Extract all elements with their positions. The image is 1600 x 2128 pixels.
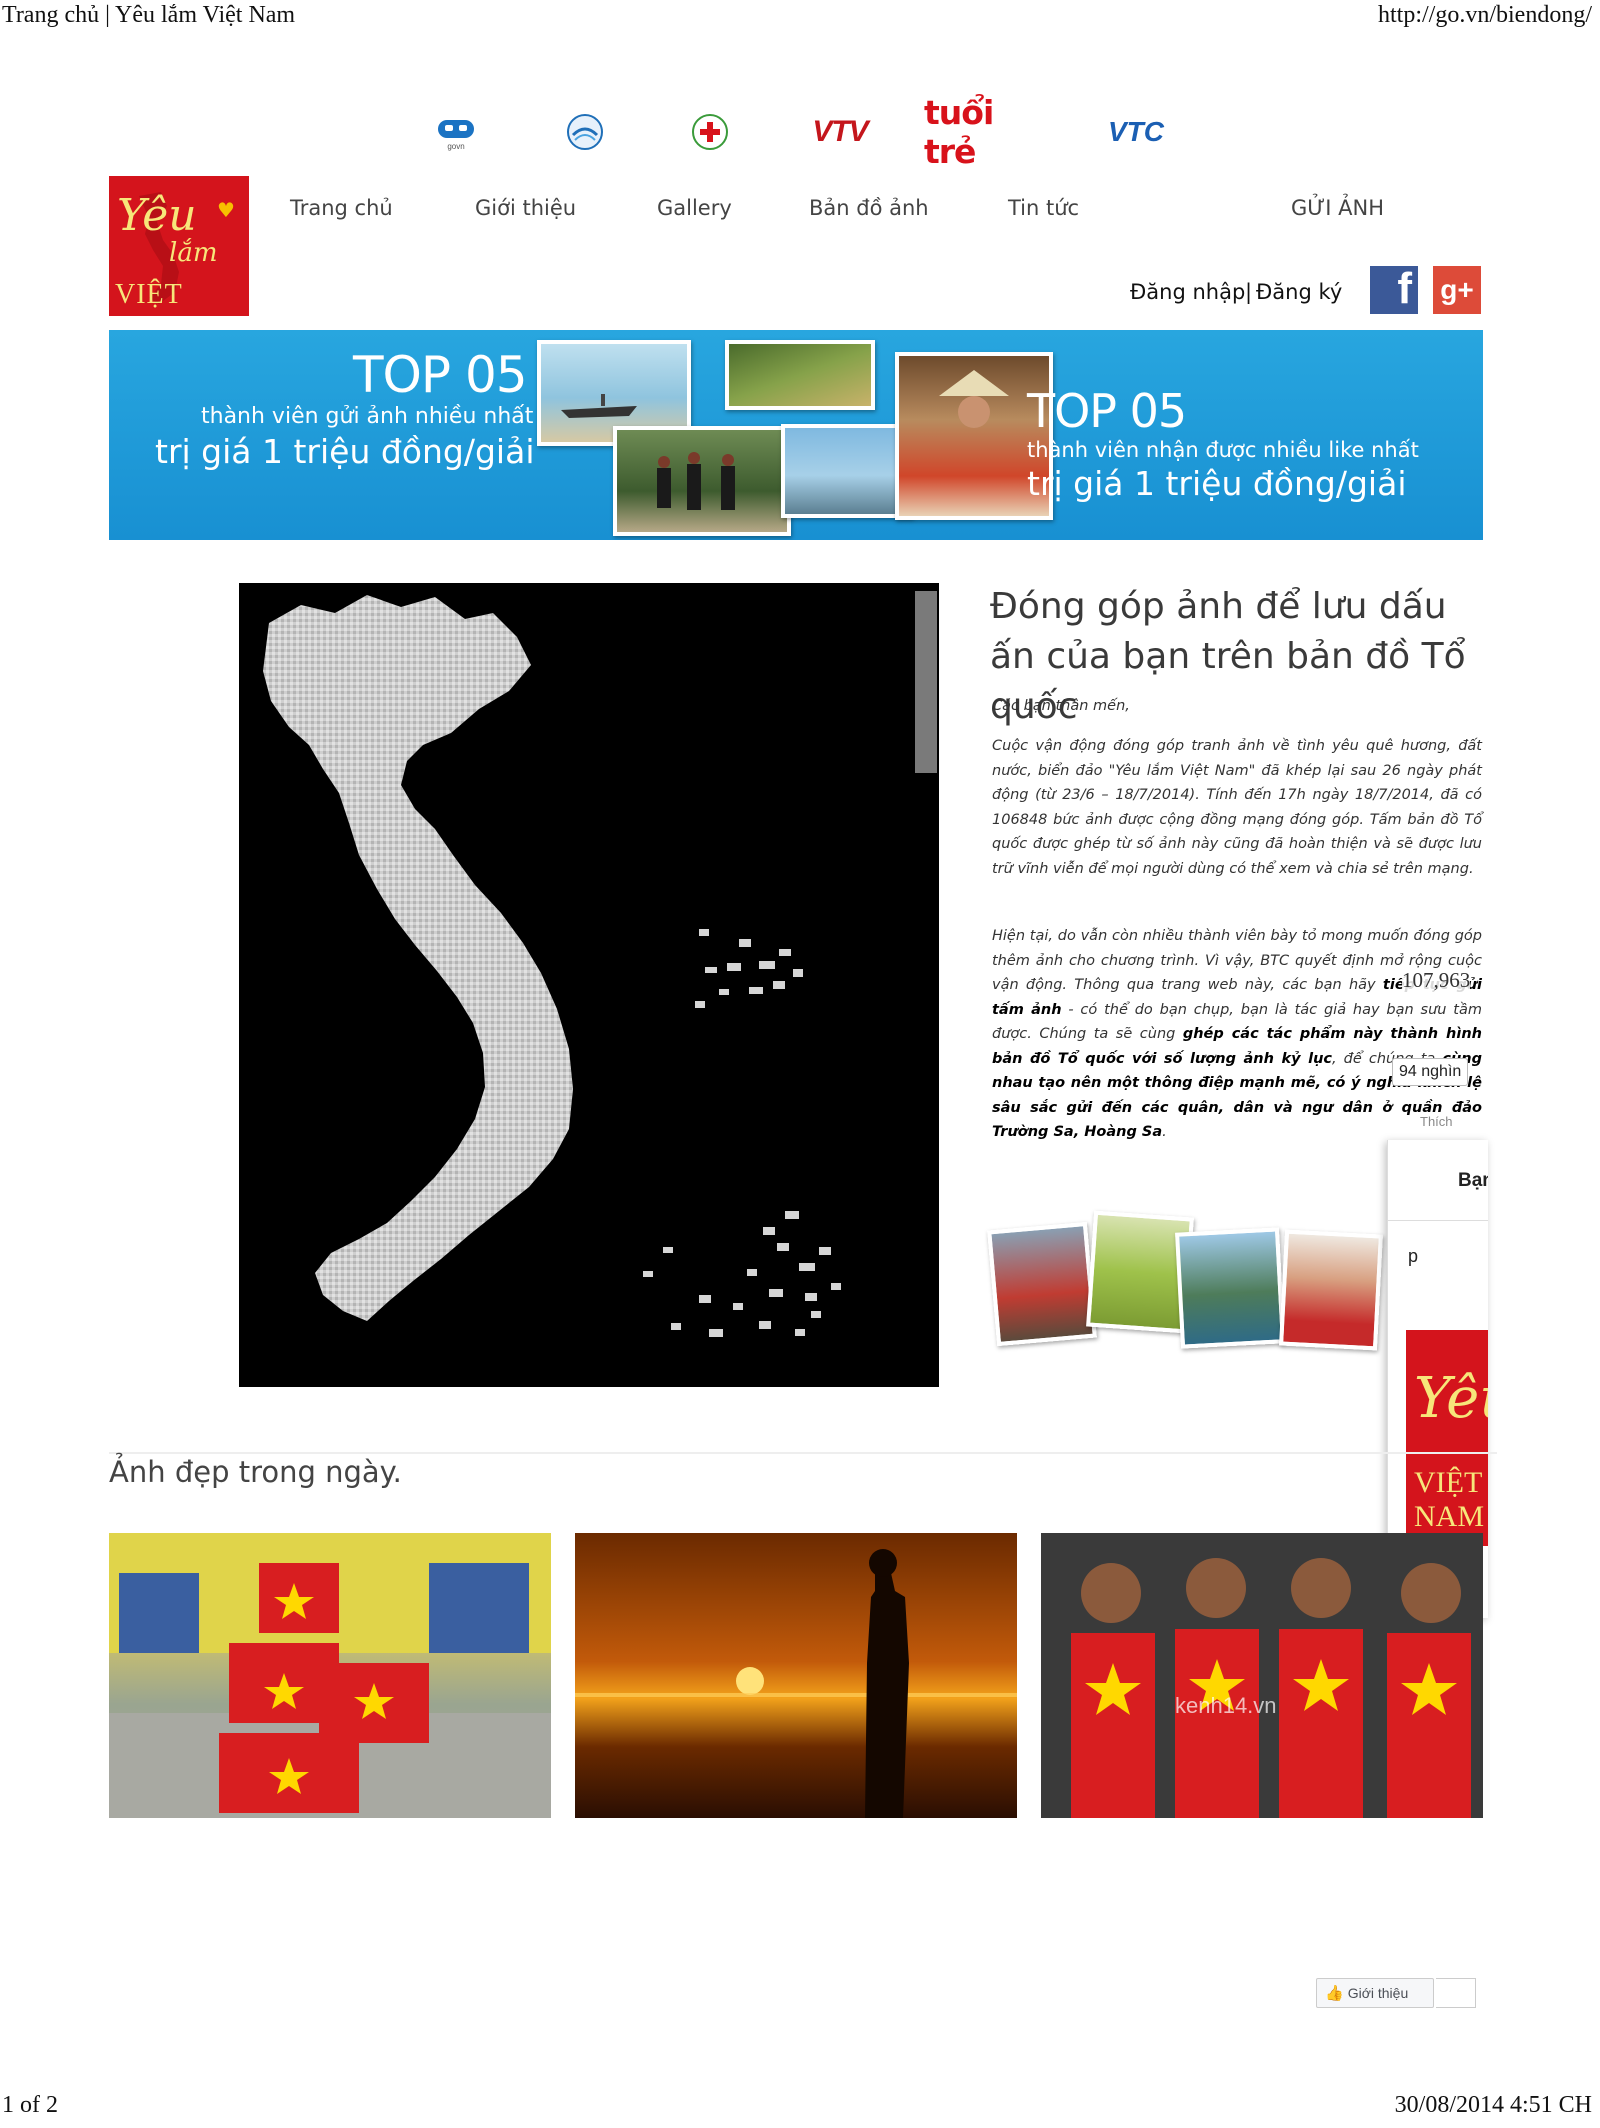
nav-home[interactable]: Trang chủ: [290, 196, 393, 220]
nav-about[interactable]: Giới thiệu: [475, 196, 576, 220]
govn-label: govn: [447, 141, 465, 151]
partner-ministry-logo[interactable]: [563, 112, 607, 152]
article-photo-3: [1175, 1227, 1285, 1349]
banner-right-top05: TOP 05: [1027, 384, 1187, 438]
article-greeting: Các bạn thân mến,: [992, 698, 1130, 714]
nav-gallery[interactable]: Gallery: [657, 196, 732, 220]
share-count: 107,963: [1402, 968, 1471, 993]
logo-word-vietnam: VIỆT NAM: [115, 279, 183, 316]
fb-thumb-word-vietnam: VIỆT NAM: [1414, 1466, 1485, 1533]
banner-right-prize: trị giá 1 triệu đồng/giải: [1027, 464, 1407, 503]
fb-popup-field[interactable]: p: [1408, 1246, 1418, 1267]
register-link[interactable]: Đăng ký: [1256, 280, 1342, 304]
logo-word-yeu: Yêu: [117, 190, 197, 241]
like-label[interactable]: Thích: [1420, 1114, 1453, 1129]
banner-left-top05: TOP 05: [353, 346, 528, 404]
soldier-sunset-photo-icon: [575, 1549, 1017, 1818]
daily-photo-1[interactable]: [109, 1533, 551, 1818]
login-link[interactable]: Đăng nhập: [1130, 280, 1245, 304]
photo-watermark: kenh14.vn: [1175, 1693, 1277, 1718]
article-photo-1: [987, 1221, 1097, 1347]
section-divider: [109, 1452, 1497, 1454]
thumbs-up-icon: 👍: [1325, 1984, 1344, 2002]
fb-popup-title: Bạn: [1458, 1170, 1488, 1191]
print-header-url: http://go.vn/biendong/: [1378, 2, 1592, 28]
print-footer-date: 30/08/2014 4:51 CH: [1394, 2092, 1592, 2118]
govn-icon: [438, 119, 474, 138]
partner-tuoitre-logo[interactable]: tuổi trẻ: [924, 93, 1050, 171]
partner-govn-logo[interactable]: govn: [432, 112, 480, 152]
banner-photo-people: [613, 426, 791, 536]
nav-send-photo[interactable]: GỬI ẢNH: [1291, 196, 1384, 220]
auth-separator: |: [1245, 280, 1253, 304]
banner-photo-fields: [725, 340, 875, 410]
ministry-emblem-icon: [567, 114, 603, 150]
map-scrollbar[interactable]: [915, 583, 939, 1387]
facebook-icon[interactable]: f: [1370, 264, 1418, 314]
like-count-bubble: 94 nghìn: [1392, 1058, 1469, 1086]
daily-photo-2[interactable]: [575, 1533, 1017, 1818]
promo-banner[interactable]: TOP 05 thành viên gửi ảnh nhiều nhất trị…: [109, 330, 1483, 540]
nav-photo-map[interactable]: Bản đồ ảnh: [809, 196, 929, 220]
red-cross-icon: [692, 114, 728, 150]
banner-left-subtitle: thành viên gửi ảnh nhiều nhất: [201, 404, 534, 429]
photo-mosaic-map[interactable]: [239, 583, 939, 1387]
partner-vtv-logo[interactable]: VTV: [800, 112, 880, 152]
banner-photo-beach: [781, 424, 913, 518]
daily-photo-3[interactable]: kenh14.vn: [1041, 1533, 1483, 1818]
heart-icon: ♥: [217, 198, 235, 222]
article-paragraph-1: Cuộc vận động đóng góp tranh ảnh về tình…: [992, 738, 1482, 877]
fb-popup-logo-thumb: Yêu VIỆT NAM: [1406, 1330, 1488, 1546]
site-logo[interactable]: Yêu ♥ lắm VIỆT NAM: [109, 176, 249, 316]
nav-news[interactable]: Tin tức: [1008, 196, 1079, 220]
article-paragraph-2: Hiện tại, do vẫn còn nhiều thành viên bà…: [992, 928, 1482, 1140]
girls-flag-shirts-photo-icon: [1041, 1533, 1483, 1818]
google-plus-icon[interactable]: g+: [1433, 266, 1481, 314]
fb-recommend-label: Giới thiệu: [1347, 1985, 1409, 2001]
fb-recommend-count-box: [1436, 1978, 1476, 2008]
banner-left-prize: trị giá 1 triệu đồng/giải: [155, 432, 535, 471]
fb-recommend-button[interactable]: 👍 Giới thiệu: [1316, 1978, 1434, 2008]
map-scrollbar-thumb[interactable]: [915, 591, 937, 773]
fb-thumb-word-yeu: Yêu: [1414, 1366, 1488, 1431]
partner-redcross-logo[interactable]: [688, 112, 732, 152]
print-footer-page: 1 of 2: [2, 2092, 58, 2118]
logo-word-lam: lắm: [169, 238, 218, 268]
article-photo-4: [1279, 1229, 1383, 1351]
banner-right-subtitle: thành viên nhận được nhiều like nhất: [1027, 438, 1419, 462]
youth-group-photo-icon: [109, 1533, 551, 1818]
section-title-daily-photos: Ảnh đẹp trong ngày.: [109, 1455, 402, 1489]
vietnam-mosaic-icon: [263, 595, 841, 1337]
partner-vtc-logo[interactable]: VTC: [1098, 112, 1174, 152]
print-header-title: Trang chủ | Yêu lắm Việt Nam: [2, 2, 296, 28]
